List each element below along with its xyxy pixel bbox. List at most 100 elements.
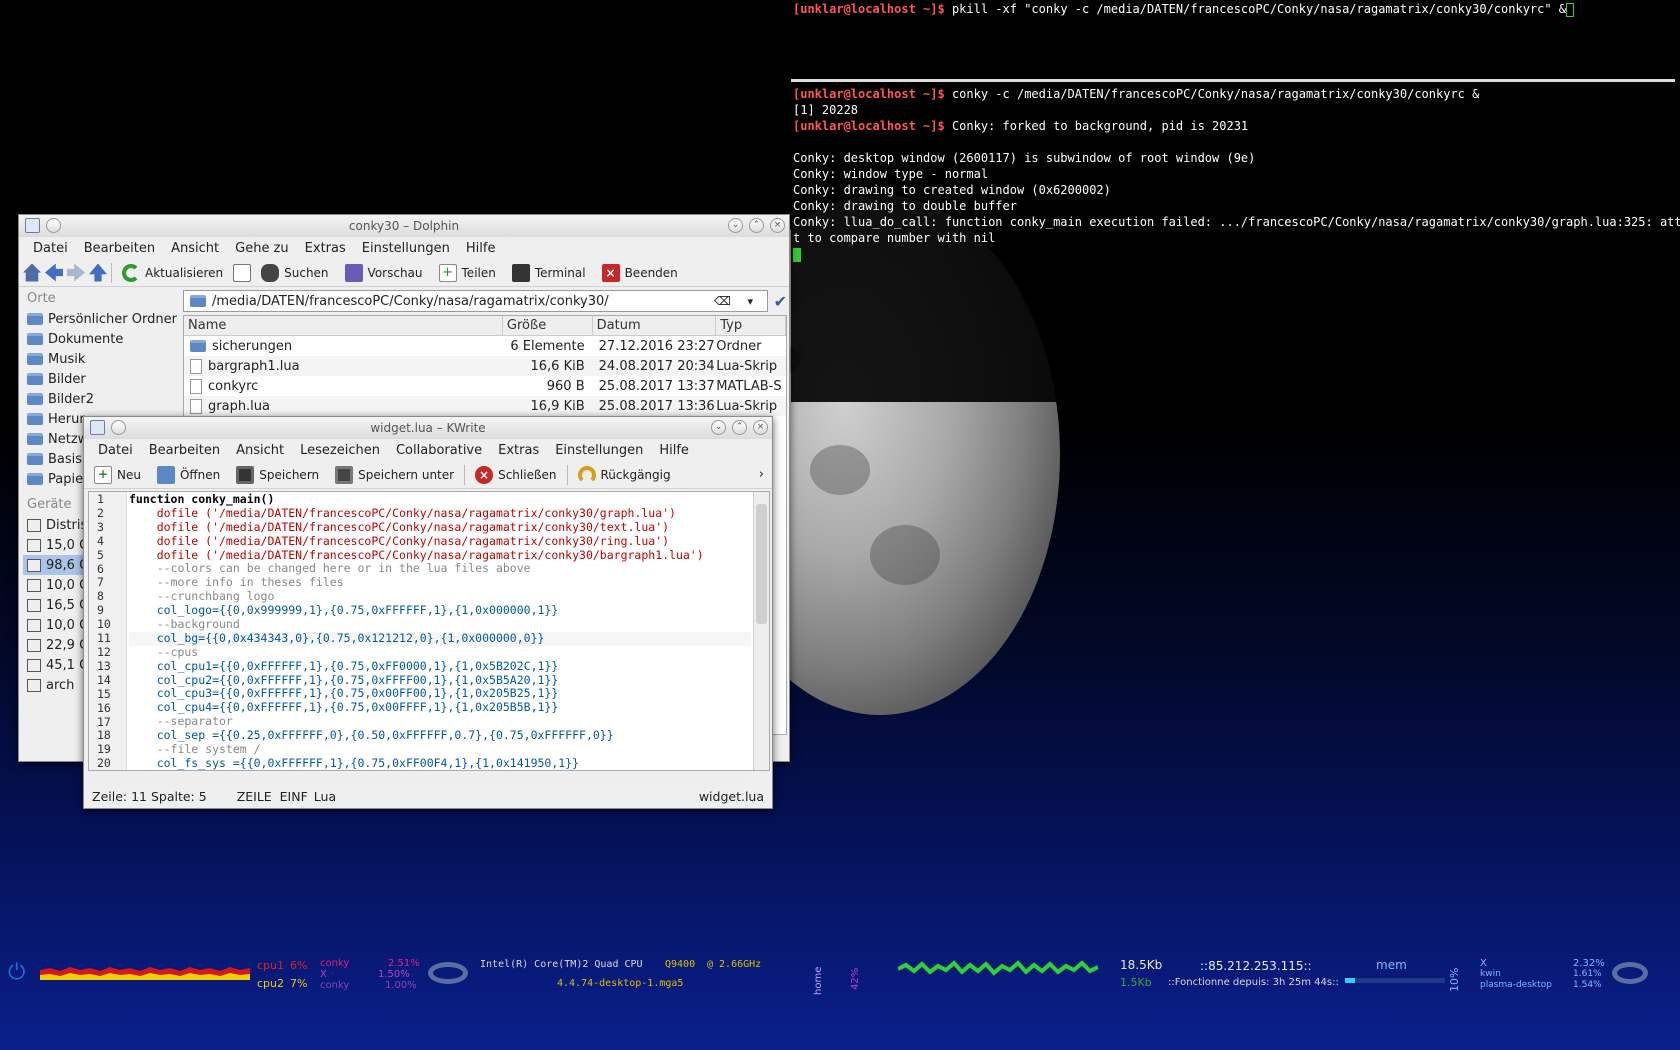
- up-arrow-icon[interactable]: [89, 263, 107, 282]
- menu-hilfe[interactable]: Hilfe: [458, 241, 504, 256]
- reload-button[interactable]: Aktualisieren: [116, 262, 229, 284]
- top-process-2-pct: 1.50%: [378, 969, 410, 980]
- drive-icon: [27, 578, 41, 592]
- open-label: Öffnen: [179, 467, 221, 482]
- menu-collaborative[interactable]: Collaborative: [388, 443, 490, 458]
- column-date[interactable]: Datum: [593, 316, 717, 335]
- toolbar-overflow-icon[interactable]: ›: [759, 467, 764, 482]
- menu-einstellungen[interactable]: Einstellungen: [547, 443, 651, 458]
- menu-hilfe[interactable]: Hilfe: [651, 443, 697, 458]
- apply-checkmark-icon[interactable]: ✔: [774, 292, 787, 311]
- location-input[interactable]: /media/DATEN/francescoPC/Conky/nasa/raga…: [183, 290, 768, 312]
- share-button[interactable]: + Teilen: [433, 262, 502, 284]
- line-number: 19: [97, 742, 111, 757]
- file-row[interactable]: graph.lua 16,9 KiB 25.08.2017 13:36 Lua-Skr…: [184, 396, 786, 416]
- terminal-pane-top[interactable]: [unklar@localhost ~]$ pkill -xf "conky -…: [791, 0, 1675, 82]
- place-item[interactable]: Musik: [23, 349, 177, 369]
- place-item[interactable]: Dokumente: [23, 329, 177, 349]
- terminal-pane-bottom[interactable]: [unklar@localhost ~]$ conky -c /media/DA…: [791, 85, 1680, 402]
- kernel-version: 4.4.74-desktop-1.mga5: [557, 978, 684, 989]
- home-label: home: [813, 966, 824, 995]
- search-button[interactable]: Suchen: [255, 262, 334, 284]
- back-arrow-icon[interactable]: [45, 263, 63, 282]
- minimize-button[interactable]: ⌄: [711, 420, 726, 435]
- drive-icon: [27, 538, 41, 552]
- code-area[interactable]: function conky_main() dofile ('/media/DA…: [129, 492, 751, 770]
- menu-bearbeiten[interactable]: Bearbeiten: [141, 443, 228, 458]
- menu-extras[interactable]: Extras: [297, 241, 354, 256]
- file-size: 16,9 KiB: [530, 398, 585, 414]
- terminal-output: Conky: drawing to created window (0x6200…: [793, 183, 1111, 197]
- close-button[interactable]: ×: [753, 420, 768, 435]
- line-number: 5: [97, 547, 104, 562]
- home-icon[interactable]: [23, 263, 41, 282]
- pin-button[interactable]: [111, 420, 126, 435]
- maximize-button[interactable]: ⌃: [749, 218, 764, 233]
- file-row[interactable]: bargraph1.lua 16,6 KiB 24.08.2017 20:34 Lua…: [184, 356, 786, 376]
- menu-datei[interactable]: Datei: [25, 241, 76, 256]
- folder-icon: [190, 340, 206, 352]
- cpu-model: Intel(R) Core(TM)2 Quad CPU: [480, 959, 643, 970]
- code-line: dofile ('/media/DATEN/francescoPC/Conky/…: [129, 533, 670, 548]
- terminal-window[interactable]: [unklar@localhost ~]$ pkill -xf "conky -…: [791, 0, 1680, 402]
- file-type: Lua-Skrip: [716, 398, 778, 414]
- file-row[interactable]: conkyrc 960 B 25.08.2017 13:37 MATLAB-S: [184, 376, 786, 396]
- file-name: bargraph1.lua: [208, 358, 300, 374]
- place-item[interactable]: Bilder2: [23, 389, 177, 409]
- cpu2-value: 7%: [290, 977, 308, 990]
- column-type[interactable]: Typ: [716, 316, 786, 335]
- device-label: arch: [46, 677, 75, 693]
- location-dropdown-icon[interactable]: ▾: [747, 295, 753, 308]
- vertical-scrollbar[interactable]: [753, 492, 769, 770]
- place-label: Basis: [48, 451, 83, 467]
- dolphin-titlebar[interactable]: conky30 – Dolphin ⌄ ⌃ ×: [19, 215, 789, 237]
- column-name[interactable]: Name: [184, 316, 503, 335]
- pin-button[interactable]: [46, 218, 61, 233]
- menu-gehe-zu[interactable]: Gehe zu: [227, 241, 297, 256]
- undo-button[interactable]: Rückgängig: [572, 464, 677, 486]
- kwrite-window[interactable]: widget.lua – KWrite ⌄ ⌃ × Datei Bearbeiten A…: [83, 416, 773, 809]
- dolphin-app-icon[interactable]: [25, 218, 40, 233]
- file-row[interactable]: sicherungen 6 Elemente 27.12.2016 23:27 Ord…: [184, 336, 786, 356]
- menu-ansicht[interactable]: Ansicht: [228, 443, 292, 458]
- search-label: Suchen: [284, 265, 329, 280]
- terminal-prompt: [unklar@localhost ~]$: [793, 2, 945, 16]
- terminal-output: t to compare number with nil: [793, 231, 996, 245]
- preview-button[interactable]: Vorschau: [339, 262, 429, 284]
- drive-icon: [27, 518, 41, 532]
- edit-mode[interactable]: ZEILE EINF: [237, 789, 308, 804]
- menu-ansicht[interactable]: Ansicht: [163, 241, 227, 256]
- menu-extras[interactable]: Extras: [490, 443, 547, 458]
- menu-lesezeichen[interactable]: Lesezeichen: [292, 443, 388, 458]
- save-button[interactable]: Speichern: [230, 464, 325, 486]
- new-button[interactable]: + Neu: [88, 464, 147, 486]
- syntax-mode[interactable]: Lua: [314, 789, 336, 804]
- terminal-button[interactable]: Terminal: [506, 262, 592, 284]
- clear-location-icon[interactable]: ⌫: [714, 294, 731, 308]
- kwrite-app-icon[interactable]: [90, 420, 105, 435]
- quit-button[interactable]: × Beenden: [596, 262, 684, 284]
- panel-toggle-icon[interactable]: [233, 263, 252, 282]
- close-doc-button[interactable]: × Schließen: [469, 464, 562, 486]
- column-size[interactable]: Größe: [503, 316, 593, 335]
- menu-einstellungen[interactable]: Einstellungen: [354, 241, 458, 256]
- scrollbar-thumb[interactable]: [756, 504, 767, 624]
- place-item[interactable]: Bilder: [23, 369, 177, 389]
- maximize-button[interactable]: ⌃: [732, 420, 747, 435]
- code-editor[interactable]: 1 2 3 4 5 6 7 8 9 10 11 12 13 14 15 16 17 18 19 20 function…: [88, 491, 770, 771]
- undo-label: Rückgängig: [600, 467, 671, 482]
- save-as-button[interactable]: Speichern unter: [329, 464, 460, 486]
- terminal-icon: [511, 263, 530, 282]
- menu-datei[interactable]: Datei: [90, 443, 141, 458]
- close-button[interactable]: ×: [770, 218, 785, 233]
- undo-icon: [577, 465, 596, 484]
- minimize-button[interactable]: ⌄: [728, 218, 743, 233]
- folder-icon: [27, 453, 43, 465]
- line-number: 20: [97, 756, 111, 771]
- place-item[interactable]: Persönlicher Ordner: [23, 309, 177, 329]
- open-button[interactable]: Öffnen: [151, 464, 226, 486]
- forward-arrow-icon[interactable]: [67, 263, 85, 282]
- kwrite-titlebar[interactable]: widget.lua – KWrite ⌄ ⌃ ×: [84, 417, 772, 439]
- menu-bearbeiten[interactable]: Bearbeiten: [76, 241, 163, 256]
- line-number: 16: [97, 700, 111, 715]
